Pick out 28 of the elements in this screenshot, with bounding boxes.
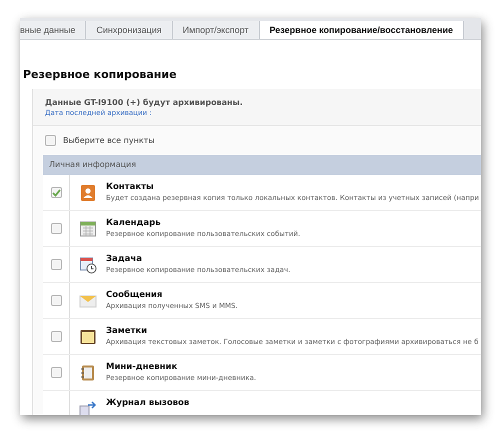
- tab[interactable]: Синхронизация: [86, 21, 173, 39]
- contact-card-icon: [79, 184, 97, 202]
- tab[interactable]: Резервное копирование/восстановление: [260, 21, 464, 39]
- calendar-icon: [79, 220, 97, 238]
- item-checkbox[interactable]: [50, 331, 62, 342]
- section-title: Резервное копирование: [23, 68, 178, 81]
- call-log-icon: [79, 400, 97, 415]
- item-checkbox[interactable]: [50, 223, 62, 234]
- item-title: Мини-дневник: [106, 362, 178, 372]
- item-title: Контакты: [106, 182, 155, 192]
- item-title: Заметки: [106, 326, 148, 336]
- item-title: Журнал вызовов: [106, 398, 190, 408]
- select-all-label: Выберите все пункты: [63, 136, 155, 145]
- item-checkbox[interactable]: [50, 259, 62, 270]
- tab[interactable]: вные данные: [20, 21, 86, 39]
- item-title: Сообщения: [106, 290, 164, 300]
- tab[interactable]: Импорт/экспорт: [172, 21, 260, 39]
- item-title: Задача: [106, 254, 143, 264]
- calendar-clock-icon: [79, 256, 97, 274]
- notepad-icon: [79, 328, 97, 346]
- item-checkbox[interactable]: [50, 295, 62, 306]
- group-header: Личная информация: [43, 155, 481, 175]
- select-all-checkbox[interactable]: [45, 135, 56, 146]
- item-checkbox[interactable]: [50, 367, 62, 378]
- item-title: Календарь: [106, 218, 162, 228]
- item-checkbox[interactable]: [50, 187, 62, 198]
- archive-message: Данные GT-I9100 (+) будут архивированы.: [45, 98, 244, 107]
- notebook-icon: [79, 364, 97, 382]
